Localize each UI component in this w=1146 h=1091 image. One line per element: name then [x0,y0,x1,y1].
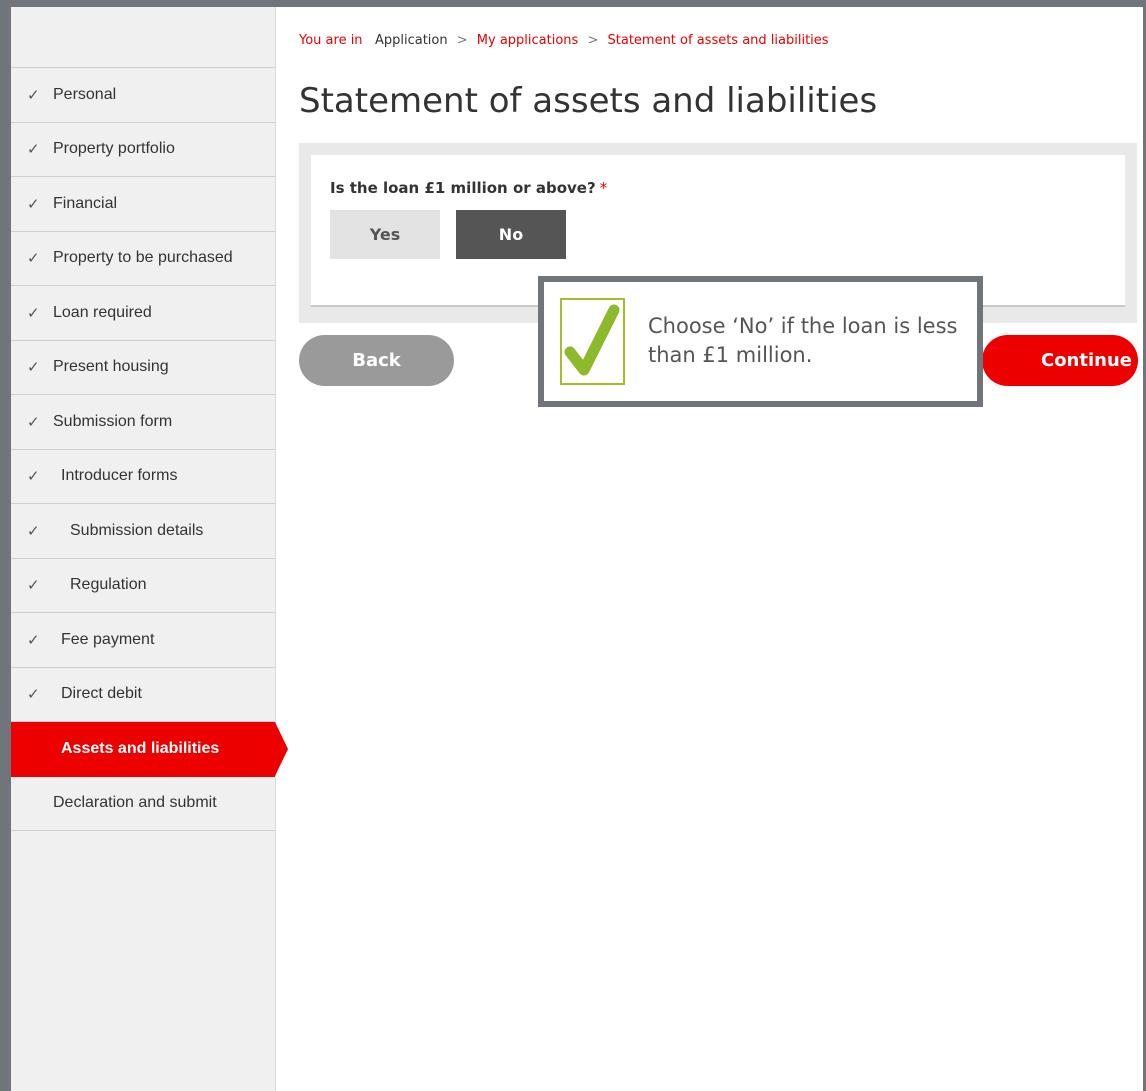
sidebar-item-label: Introducer forms [61,467,178,485]
sidebar-item-fee-payment[interactable]: ✓ Fee payment [11,613,275,668]
sidebar-item-property-portfolio[interactable]: ✓ Property portfolio [11,123,275,177]
check-icon: ✓ [27,631,40,649]
breadcrumb-current: Statement of assets and liabilities [607,33,829,48]
sidebar-item-direct-debit[interactable]: ✓ Direct debit [11,668,275,722]
check-icon [564,304,620,376]
main-content: You are in Application > My applications… [277,7,1143,1091]
sidebar-header [11,7,275,68]
sidebar-item-label: Financial [53,194,118,212]
question-text: Is the loan £1 million or above? [330,179,596,197]
sidebar-item-declaration-and-submit[interactable]: Declaration and submit [11,777,275,831]
sidebar-item-label: Personal [53,85,117,103]
check-icon: ✓ [27,359,40,377]
yes-button[interactable]: Yes [330,210,440,259]
sidebar-item-label: Present housing [53,358,169,376]
check-icon-box [560,298,625,385]
check-icon: ✓ [27,468,40,486]
sidebar-item-property-to-be-purchased[interactable]: ✓ Property to be purchased [11,232,275,286]
sidebar-item-label: Loan required [53,303,152,321]
check-icon: ✓ [27,250,40,268]
sidebar-item-present-housing[interactable]: ✓ Present housing [11,341,275,395]
sidebar-item-financial[interactable]: ✓ Financial [11,177,275,232]
sidebar-item-regulation[interactable]: ✓ Regulation [11,559,275,613]
sidebar-item-label: Property to be purchased [53,249,233,267]
sidebar-item-personal[interactable]: ✓ Personal [11,68,275,123]
sidebar-item-loan-required[interactable]: ✓ Loan required [11,286,275,341]
sidebar-item-submission-form[interactable]: ✓ Submission form [11,395,275,450]
sidebar-item-label: Fee payment [61,630,155,648]
continue-button[interactable]: Continue [982,335,1138,386]
tooltip-text: Choose ‘No’ if the loan is less than £1 … [648,314,958,367]
breadcrumb-separator: > [587,33,599,48]
sidebar-item-introducer-forms[interactable]: ✓ Introducer forms [11,450,275,504]
sidebar-item-label: Assets and liabilities [61,740,220,758]
check-icon: ✓ [27,304,40,322]
breadcrumb-link-application[interactable]: Application [375,33,448,48]
required-marker: * [599,179,608,197]
sidebar-item-label: Direct debit [61,685,142,703]
check-icon: ✓ [27,141,40,159]
breadcrumb-link-my-applications[interactable]: My applications [477,33,579,48]
back-button[interactable]: Back [299,335,454,386]
sidebar-item-label: Submission form [53,412,173,430]
check-icon: ✓ [27,577,40,595]
check-icon: ✓ [27,413,40,431]
sidebar-item-label: Regulation [70,576,147,594]
sidebar-item-submission-details[interactable]: ✓ Submission details [11,504,275,559]
check-icon: ✓ [27,522,40,540]
sidebar-nav: ✓ Personal ✓ Property portfolio ✓ Financ… [11,7,288,1091]
question-label: Is the loan £1 million or above? * [330,179,607,197]
tooltip-callout: Choose ‘No’ if the loan is less than £1 … [538,276,983,407]
check-icon: ✓ [27,86,40,104]
sidebar-item-label: Declaration and submit [53,794,217,812]
breadcrumb-separator: > [456,33,468,48]
breadcrumb: You are in Application > My applications… [299,33,829,48]
check-icon: ✓ [27,195,40,213]
breadcrumb-prefix: You are in [299,33,363,48]
page-title: Statement of assets and liabilities [299,81,878,121]
check-icon: ✓ [27,686,40,704]
sidebar-item-label: Property portfolio [53,140,175,158]
sidebar-item-label: Submission details [70,521,204,539]
sidebar-item-assets-and-liabilities[interactable]: Assets and liabilities [11,722,288,777]
no-button[interactable]: No [456,210,566,259]
